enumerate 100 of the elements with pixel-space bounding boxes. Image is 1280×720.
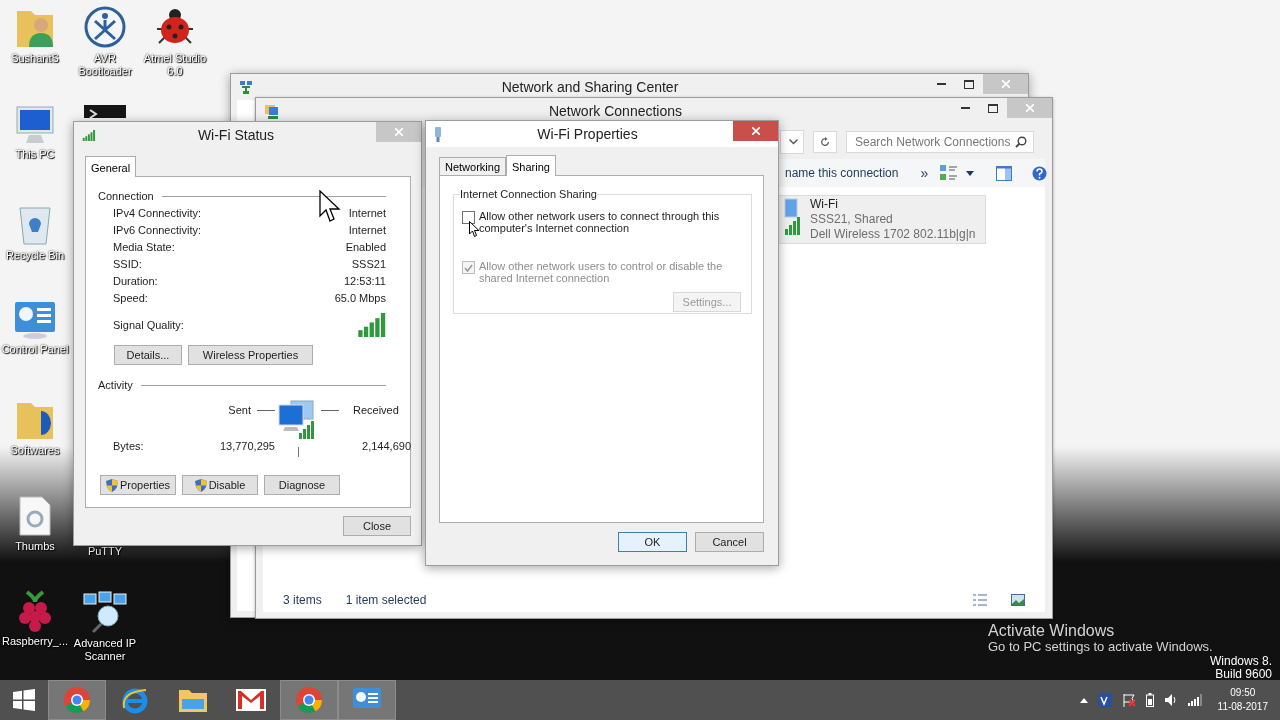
maximize-icon [964, 79, 974, 89]
flag-icon[interactable] [1121, 693, 1136, 707]
terminal-icon [84, 105, 126, 118]
wireless-adapter-icon [783, 197, 803, 237]
received-bytes: 2,144,690 [361, 440, 411, 452]
tab[interactable]: General [85, 156, 137, 177]
desktop-icon-label[interactable]: Raspberry_... [2, 635, 68, 648]
browser-icon [295, 686, 323, 714]
section-heading: Connection [98, 190, 154, 202]
activation-title: Activate Windows [988, 622, 1116, 639]
dialog-button[interactable]: OK [618, 532, 687, 552]
caret-down-icon[interactable] [966, 170, 975, 176]
wifi-signal-icon[interactable] [1187, 694, 1202, 706]
desktop-icon-label[interactable]: Softwares [10, 444, 60, 457]
action-button[interactable]: Properties [100, 475, 176, 495]
rename-connection-command[interactable]: name this connection [785, 166, 899, 180]
chevron-down-icon [789, 138, 798, 145]
sent-bytes: 13,770,295 [218, 440, 275, 452]
close-icon [1025, 104, 1034, 112]
refresh-button[interactable] [813, 130, 837, 153]
control-panel-icon [13, 300, 57, 340]
cursor-icon [469, 221, 480, 238]
field-label: Speed: [113, 292, 149, 305]
speaker-icon[interactable] [1163, 693, 1178, 707]
field-label: Bytes: [113, 440, 145, 452]
adapter-icon [434, 126, 442, 142]
checkbox-label: Allow other network users to control or disable the shared Internet connection [479, 260, 724, 284]
field-value: 65.0 Mbps [334, 292, 386, 305]
wireless-properties-button[interactable]: Wireless Properties [188, 345, 313, 365]
close-icon [751, 127, 760, 135]
desktop-icon-label[interactable]: AVR Bootloader [71, 52, 139, 78]
close-icon [394, 128, 403, 136]
section-heading: Activity [98, 379, 133, 391]
field-value: 12:53:11 [343, 275, 386, 288]
edition-text: Windows 8. [1209, 655, 1272, 668]
close-dialog-button[interactable]: Close [343, 516, 411, 536]
field-value: Internet [347, 207, 386, 220]
document-gear-icon [18, 495, 52, 537]
view-options-icon[interactable] [940, 165, 959, 181]
network-computers-icon [82, 590, 128, 634]
preview-pane-icon[interactable] [996, 165, 1013, 181]
checkbox-label: Allow other network users to connect through this computer's Internet connection [479, 210, 721, 234]
selection-count: 1 item selected [345, 593, 427, 607]
action-button[interactable]: Diagnose [264, 475, 340, 495]
field-label: IPv4 Connectivity: [113, 207, 203, 220]
connection-status: SSS21, Shared [810, 212, 894, 227]
desktop-icon-label[interactable]: Advanced IP Scanner [71, 637, 139, 663]
field-value: SSS21 [350, 258, 386, 271]
desktop-icon-label[interactable]: Control Panel [1, 343, 69, 356]
desktop-icon-label[interactable]: SushantS [11, 52, 59, 65]
desktop-icon-label[interactable]: Atmel Studio 6.0 [141, 52, 209, 78]
field-value: Enabled [344, 241, 386, 254]
window-title: Network Connections [547, 103, 684, 119]
activation-hint: Go to PC settings to activate Windows. [988, 639, 1213, 654]
build-text: Build 9600 [1214, 667, 1272, 680]
received-label: Received [353, 404, 399, 416]
close-button[interactable] [733, 121, 778, 141]
minimize-icon [960, 107, 970, 109]
chevron-up-icon[interactable] [1079, 697, 1088, 703]
window-title: Wi-Fi Status [196, 127, 276, 143]
desktop-icon-label[interactable]: PuTTY [87, 545, 123, 558]
signal-strength-icon [358, 313, 386, 337]
connection-name: Wi-Fi [810, 197, 839, 212]
tray-app-icon[interactable] [1097, 693, 1112, 707]
adapter-name: Dell Wireless 1702 802.11b|g|n [810, 227, 976, 242]
monitor-icon [13, 105, 57, 145]
clock[interactable]: 09:50 11-08-2017 [1217, 686, 1268, 714]
connection-item[interactable]: Wi-Fi SSS21, Shared Dell Wireless 1702 802.11b|g|n [778, 195, 986, 244]
network-connections-icon [264, 103, 280, 119]
checkbox[interactable] [462, 211, 475, 224]
e-logo-icon [121, 686, 149, 714]
field-value: Internet [347, 224, 386, 237]
desktop-icon-label[interactable]: This PC [15, 148, 55, 161]
windows-logo-icon [13, 689, 35, 711]
tab[interactable]: Networking [439, 157, 507, 175]
sent-label: Sent [228, 404, 251, 416]
details-button[interactable]: Details... [114, 345, 182, 365]
field-label: Duration: [113, 275, 159, 288]
item-count: 3 items [283, 593, 322, 607]
envelope-icon [236, 689, 266, 711]
field-label: SSID: [113, 258, 143, 271]
minimize-icon [936, 83, 946, 85]
field-label: Media State: [113, 241, 176, 254]
taskbar-button[interactable] [338, 680, 396, 720]
field-label: IPv6 Connectivity: [113, 224, 203, 237]
refresh-icon [820, 135, 830, 148]
tab[interactable]: Sharing [506, 155, 556, 176]
signal-bars-icon [82, 129, 96, 141]
dialog-button[interactable]: Cancel [695, 532, 764, 552]
desktop-icon-label[interactable]: Thumbs [15, 540, 55, 553]
desktop-icon-label[interactable]: Recycle Bin [5, 249, 65, 262]
close-icon [1001, 80, 1010, 88]
more-commands-button[interactable]: » [920, 165, 929, 181]
window-title: Network and Sharing Center [500, 79, 680, 95]
folder-icon [178, 687, 208, 713]
battery-icon[interactable] [1145, 693, 1154, 707]
large-icons-view-icon[interactable] [1011, 594, 1025, 606]
search-field[interactable]: Search Network Connections [846, 130, 1034, 153]
action-button[interactable]: Disable [182, 475, 258, 495]
help-icon[interactable] [1032, 165, 1048, 181]
